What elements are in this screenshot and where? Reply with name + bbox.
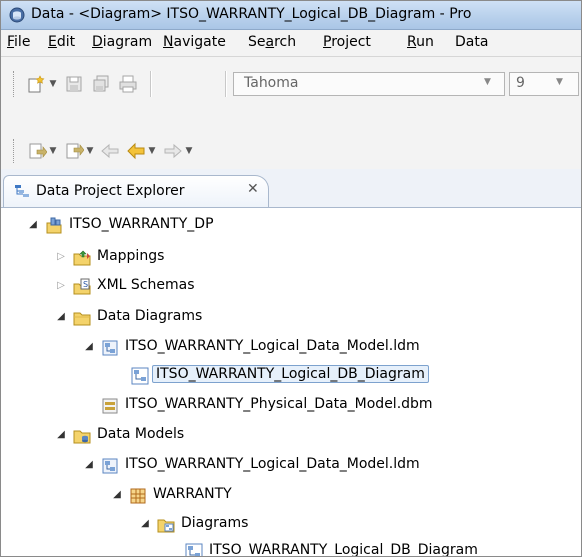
chevron-down-icon[interactable]: ▼ — [184, 141, 194, 161]
logical-model-icon — [102, 340, 118, 356]
svg-text:S: S — [83, 280, 88, 289]
new-wizard-icon[interactable] — [27, 74, 47, 94]
print-icon[interactable] — [118, 74, 138, 94]
expand-triangle-icon[interactable]: ◢ — [83, 340, 95, 354]
tree-item-label: ITSO_WARRANTY_Logical_Data_Model.ldm — [125, 338, 420, 354]
menu-edit[interactable]: Edit — [48, 34, 75, 50]
chevron-down-icon[interactable]: ▼ — [48, 74, 58, 94]
next-annotation-icon[interactable] — [27, 141, 47, 161]
menu-run[interactable]: Run — [407, 34, 434, 50]
menu-search[interactable]: Search — [248, 34, 296, 50]
tree-item-diagram-selected[interactable]: ITSO_WARRANTY_Logical_DB_Diagram — [1, 363, 581, 389]
title-bar[interactable]: Data - <Diagram> ITSO_WARRANTY_Logical_D… — [1, 1, 581, 30]
chevron-down-icon[interactable]: ▼ — [48, 141, 58, 161]
expand-triangle-icon[interactable]: ◢ — [55, 310, 67, 324]
tree-item-xml-schemas[interactable]: ▷ S XML Schemas — [1, 274, 581, 300]
font-name-combo[interactable]: Tahoma ▼ — [233, 72, 505, 96]
mappings-folder-icon — [73, 250, 91, 266]
data-models-folder-icon — [73, 430, 91, 444]
tree-item-mappings[interactable]: ▷ Mappings — [1, 245, 581, 271]
tree-item-label: Mappings — [97, 248, 165, 264]
tree-item-diagram[interactable]: ITSO_WARRANTY_Logical_DB_Diagram — [1, 539, 581, 557]
tree-item-project[interactable]: ◢ ITSO_WARRANTY_DP — [1, 213, 581, 239]
view-tab-bar: Data Project Explorer ✕ — [1, 169, 581, 208]
window-title: Data - <Diagram> ITSO_WARRANTY_Logical_D… — [31, 6, 472, 22]
physical-model-icon — [102, 398, 118, 414]
tree-item-warranty-package[interactable]: ◢ WARRANTY — [1, 483, 581, 509]
previous-annotation-icon[interactable] — [64, 141, 84, 161]
tree-item-label: Diagrams — [181, 515, 249, 531]
menu-bar: File Edit Diagram Navigate Search Project Run D… — [1, 30, 581, 57]
tab-data-project-explorer[interactable]: Data Project Explorer ✕ — [3, 175, 269, 207]
chevron-down-icon[interactable]: ▼ — [484, 77, 491, 87]
expand-triangle-icon[interactable]: ◢ — [27, 218, 39, 232]
tree-item-physical-model[interactable]: ITSO_WARRANTY_Physical_Data_Model.dbm — [1, 393, 581, 419]
font-size-combo[interactable]: 9 ▼ — [509, 72, 579, 96]
tree-item-label: ITSO_WARRANTY_Physical_Data_Model.dbm — [125, 396, 433, 412]
tree-item-label: ITSO_WARRANTY_DP — [69, 216, 214, 232]
save-icon[interactable] — [64, 74, 84, 94]
tree-item-diagrams-folder[interactable]: ◢ Diagrams — [1, 512, 581, 538]
tab-label: Data Project Explorer — [36, 183, 185, 199]
menu-diagram[interactable]: Diagram — [92, 34, 152, 50]
data-project-explorer-icon — [15, 185, 29, 197]
toolbar-grip[interactable] — [13, 71, 17, 97]
back-icon[interactable] — [126, 141, 146, 161]
menu-navigate[interactable]: Navigate — [163, 34, 226, 50]
expand-triangle-icon[interactable]: ◢ — [139, 517, 151, 531]
xml-schemas-folder-icon: S — [73, 278, 91, 295]
tree-item-label: ITSO_WARRANTY_Logical_DB_Diagram — [209, 542, 478, 557]
tree-item-label: Data Models — [97, 426, 185, 442]
chevron-down-icon[interactable]: ▼ — [147, 141, 157, 161]
toolbar-separator — [225, 71, 227, 97]
font-name-value: Tahoma — [244, 75, 299, 91]
tree-item-label: ITSO_WARRANTY_Logical_DB_Diagram — [152, 365, 429, 383]
logical-model-icon — [102, 458, 118, 474]
tree-item-label: Data Diagrams — [97, 308, 203, 324]
tree-item-logical-model[interactable]: ◢ ITSO_WARRANTY_Logical_Data_Model.ldm — [1, 335, 581, 361]
tree-item-label: WARRANTY — [153, 486, 232, 502]
menu-data[interactable]: Data — [455, 34, 488, 50]
diagram-icon — [185, 543, 203, 556]
tree-item-label: ITSO_WARRANTY_Logical_Data_Model.ldm — [125, 456, 420, 472]
forward-icon[interactable] — [163, 141, 183, 161]
expand-triangle-icon[interactable]: ◢ — [83, 458, 95, 472]
toolbar-grip[interactable] — [13, 139, 17, 163]
toolbar: ▼ Tahoma ▼ 9 ▼ ▼ ▼ ▼ ▼ — [1, 57, 581, 169]
diagrams-folder-icon — [157, 519, 175, 533]
save-all-icon[interactable] — [91, 74, 111, 94]
menu-file[interactable]: File — [7, 34, 30, 50]
collapse-triangle-icon[interactable]: ▷ — [55, 250, 67, 264]
chevron-down-icon[interactable]: ▼ — [556, 77, 563, 87]
toolbar-separator — [150, 71, 152, 97]
tree-item-label: XML Schemas — [97, 277, 195, 293]
collapse-triangle-icon[interactable]: ▷ — [55, 279, 67, 293]
data-design-project-icon — [46, 217, 62, 234]
chevron-down-icon[interactable]: ▼ — [85, 141, 95, 161]
application-window: Data - <Diagram> ITSO_WARRANTY_Logical_D… — [0, 0, 582, 557]
tree-item-data-models[interactable]: ◢ Data Models — [1, 423, 581, 449]
package-icon — [130, 488, 146, 504]
last-edit-location-icon[interactable] — [100, 141, 120, 161]
tree-item-data-diagrams[interactable]: ◢ Data Diagrams — [1, 305, 581, 331]
font-size-value: 9 — [516, 75, 525, 91]
diagram-icon — [131, 367, 149, 385]
tree-item-logical-model[interactable]: ◢ ITSO_WARRANTY_Logical_Data_Model.ldm — [1, 453, 581, 479]
menu-project[interactable]: Project — [323, 34, 371, 50]
expand-triangle-icon[interactable]: ◢ — [111, 488, 123, 502]
eclipse-data-icon — [9, 7, 25, 23]
expand-triangle-icon[interactable]: ◢ — [55, 428, 67, 442]
close-icon[interactable]: ✕ — [247, 181, 259, 197]
project-tree: ◢ ITSO_WARRANTY_DP ▷ Mappings ▷ S XML Sc… — [1, 208, 581, 557]
folder-icon — [73, 312, 91, 326]
